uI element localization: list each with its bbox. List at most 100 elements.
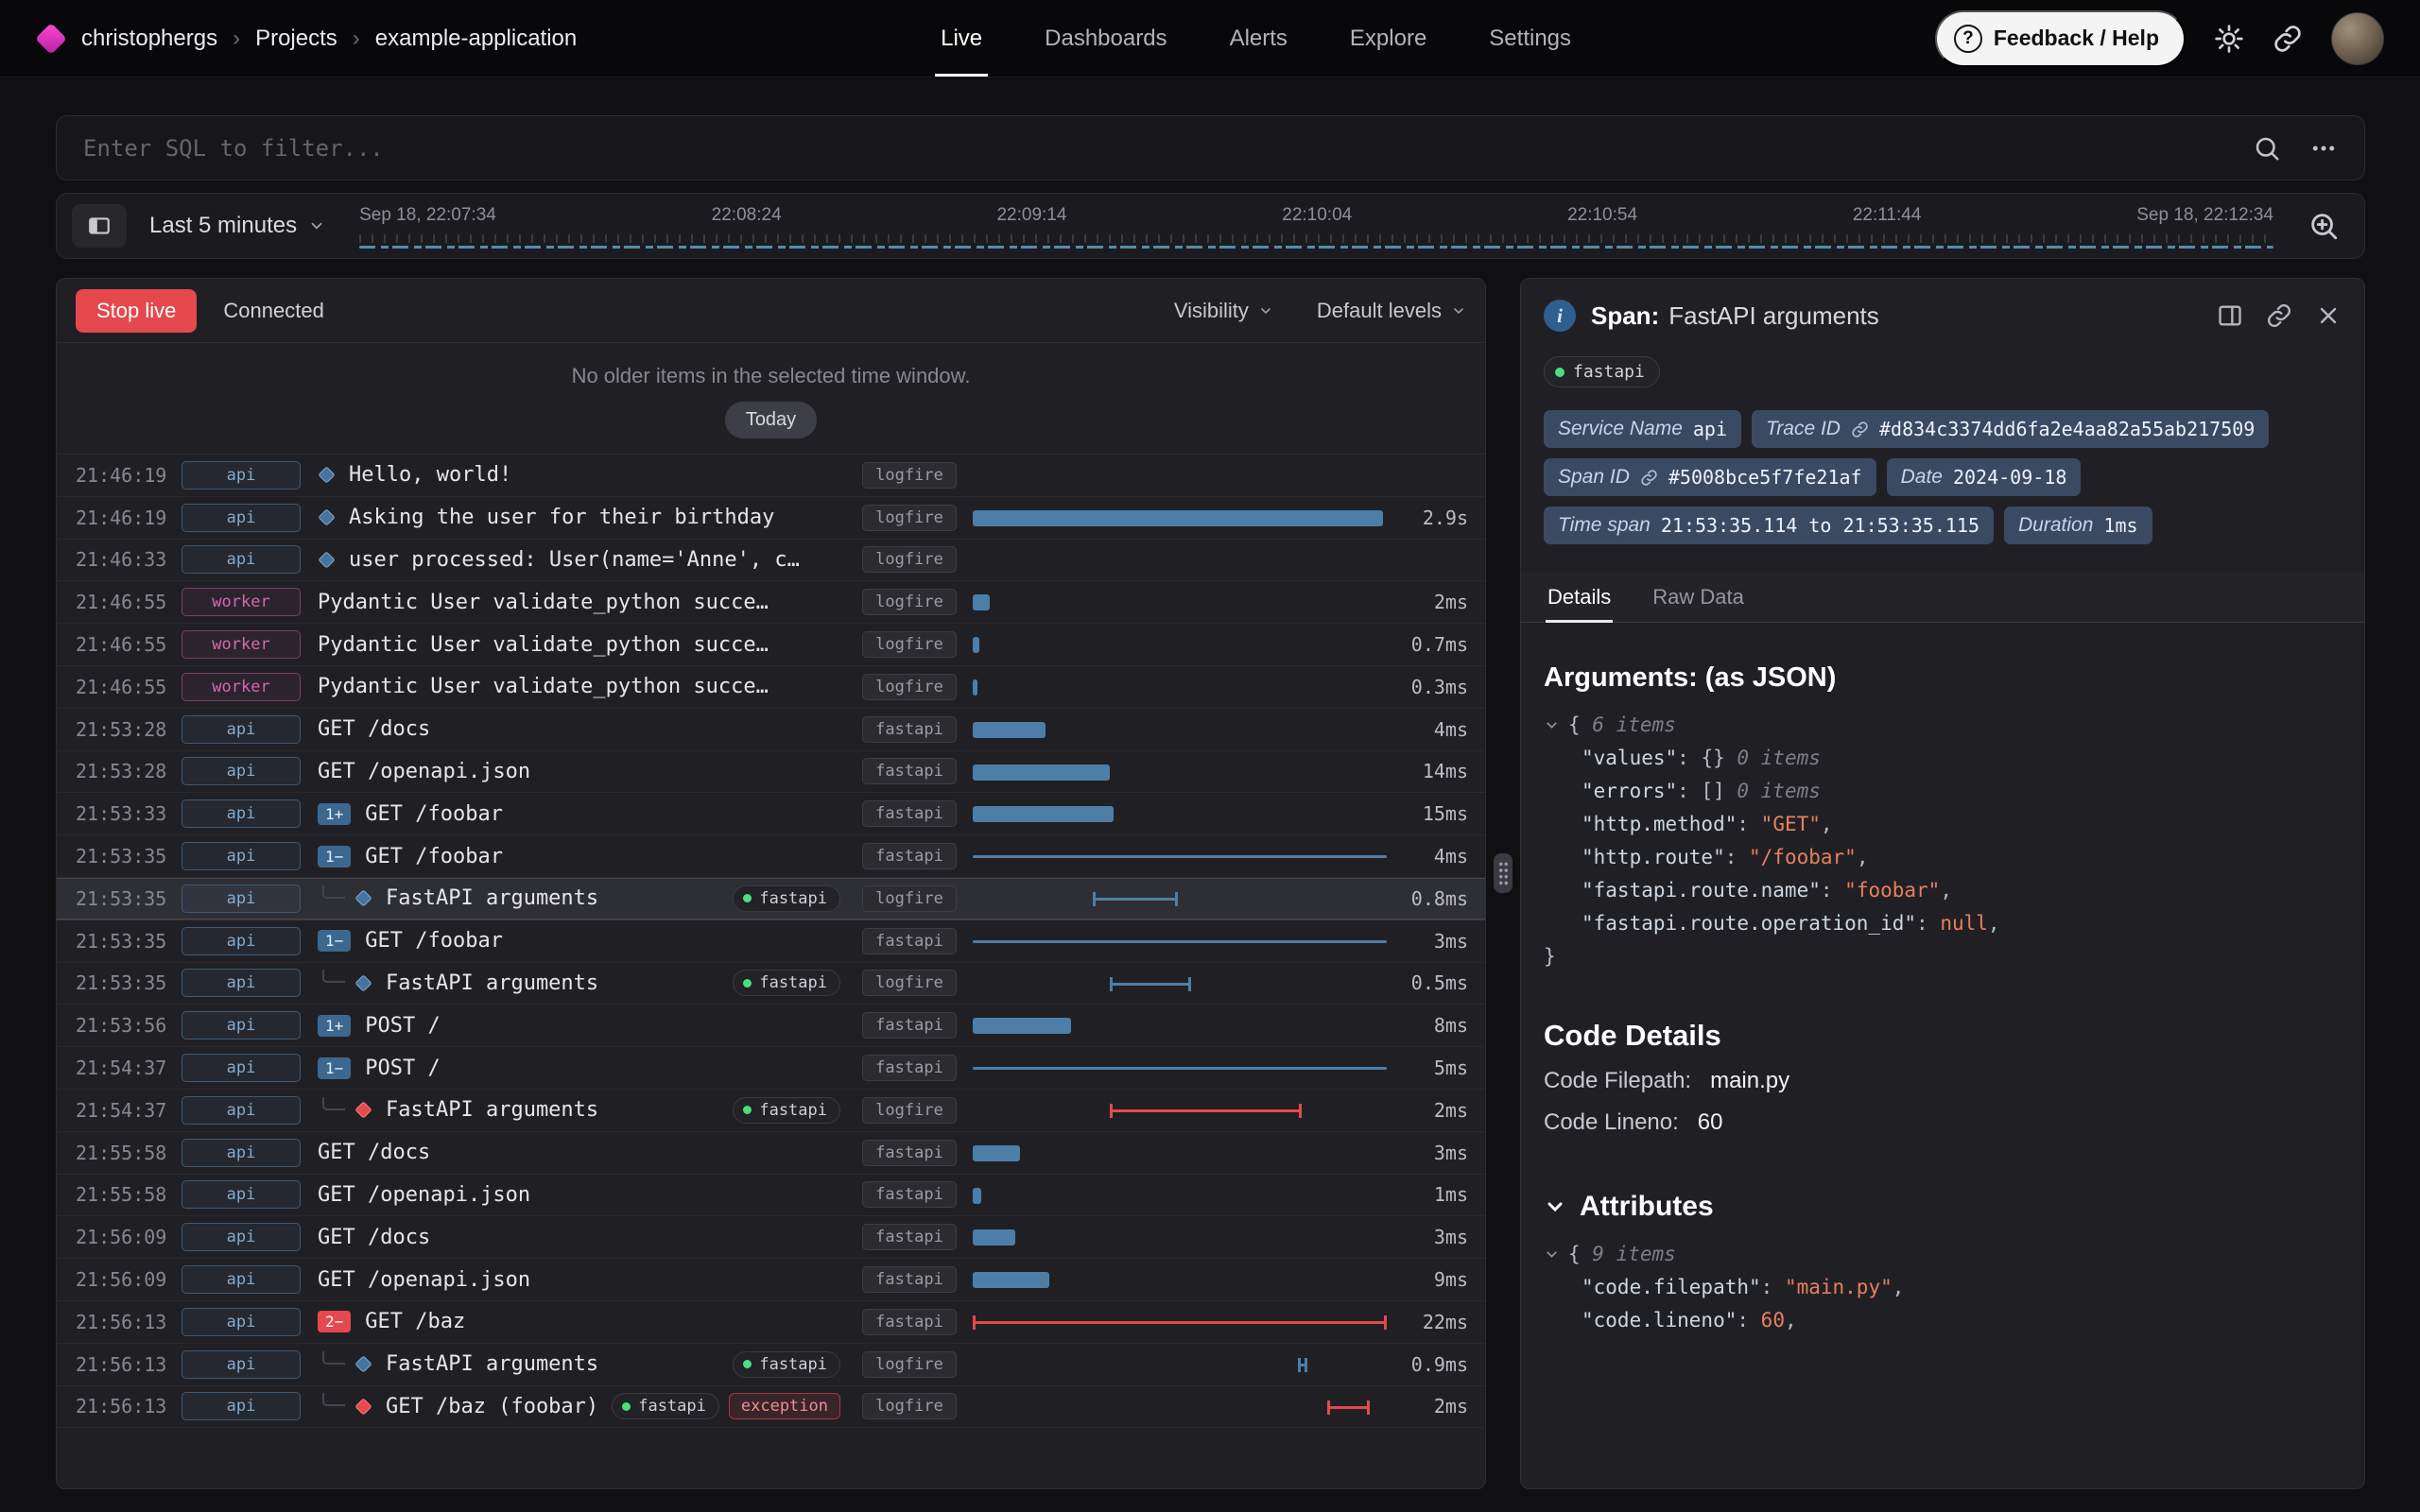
table-row[interactable]: 21:55:58apiGET /docsfastapi3ms [57,1132,1485,1175]
table-row[interactable]: 21:53:35api1−GET /foobarfastapi4ms [57,835,1485,878]
table-row[interactable]: 21:46:33apiuser processed: User(name='An… [57,540,1485,582]
sidebar-toggle-icon[interactable] [72,204,127,248]
service-tag: api [182,715,301,744]
attributes-section-header[interactable]: Attributes [1544,1191,2342,1223]
scope-tag-label: logfire [862,589,957,615]
more-options-icon[interactable] [2309,134,2338,163]
expand-badge[interactable]: 1− [318,930,351,952]
nav-tab-explore[interactable]: Explore [1346,0,1430,77]
table-row[interactable]: 21:46:55workerPydantic User validate_pyt… [57,624,1485,666]
duration-bar-track [973,1090,1400,1131]
scope-tag-label: fastapi [862,1266,957,1293]
scope-tag-label: fastapi [862,758,957,784]
breadcrumb-item[interactable]: christophergs [81,26,217,52]
fastapi-tag: fastapi [733,970,840,996]
info-icon: i [1544,300,1576,332]
chip-label: Duration [2018,514,2093,537]
breadcrumb-item[interactable]: example-application [375,26,577,52]
table-row[interactable]: 21:46:55workerPydantic User validate_pyt… [57,581,1485,624]
theme-toggle-icon[interactable] [2214,24,2244,54]
duration-bar [973,765,1110,781]
expand-badge[interactable]: 1+ [318,1015,351,1037]
expand-badge[interactable]: 1− [318,846,351,868]
metadata-chip[interactable]: Span ID#5008bce5f7fe21af [1544,458,1876,496]
row-timestamp: 21:53:28 [76,760,182,782]
table-row[interactable]: 21:53:35apiFastAPI argumentsfastapilogfi… [57,878,1485,920]
row-message: FastAPI arguments [386,1352,598,1376]
table-row[interactable]: 21:46:19apiAsking the user for their bir… [57,497,1485,540]
expand-badge[interactable]: 1− [318,1057,351,1079]
chip-label: Trace ID [1766,418,1841,440]
table-row[interactable]: 21:56:09apiGET /openapi.jsonfastapi9ms [57,1259,1485,1301]
table-row[interactable]: 21:53:35apiFastAPI argumentsfastapilogfi… [57,963,1485,1005]
json-token: "code.filepath" [1582,1271,1761,1304]
expand-badge[interactable]: 1+ [318,803,351,825]
scope-tag-label: logfire [862,1393,957,1419]
panel-resize-handle[interactable] [1494,853,1512,893]
time-range-selector[interactable]: Last 5 minutes [149,213,325,239]
chevron-down-icon [1451,303,1466,318]
table-row[interactable]: 21:54:37api1−POST /fastapi5ms [57,1047,1485,1090]
zoom-in-icon[interactable] [2308,210,2340,242]
table-row[interactable]: 21:56:13apiGET /baz (foobar)fastapiexcep… [57,1386,1485,1429]
table-row[interactable]: 21:53:28apiGET /openapi.jsonfastapi14ms [57,751,1485,794]
tab-details[interactable]: Details [1546,573,1613,622]
tab-raw-data[interactable]: Raw Data [1651,573,1746,622]
nav-tab-dashboards[interactable]: Dashboards [1041,0,1170,77]
table-row[interactable]: 21:56:09apiGET /docsfastapi3ms [57,1216,1485,1259]
panel-layout-icon[interactable] [2217,302,2243,329]
timeline[interactable]: Sep 18, 22:07:3422:08:2422:09:1422:10:04… [359,203,2273,249]
breadcrumb-item[interactable]: Projects [255,26,337,52]
row-message: FastAPI arguments [386,1098,598,1122]
share-link-icon[interactable] [2273,24,2303,54]
expand-badge[interactable]: 2− [318,1311,351,1332]
table-row[interactable]: 21:53:28apiGET /docsfastapi4ms [57,709,1485,751]
duration-bar-track [973,751,1400,793]
exception-tag: exception [729,1393,840,1419]
row-duration: 5ms [1400,1057,1468,1079]
breadcrumb-separator: › [353,26,360,52]
row-message: user processed: User(name='Anne', c… [349,548,800,572]
duration-bar [1093,892,1178,906]
chip-value: api [1693,418,1727,440]
metadata-chip[interactable]: Trace ID#d834c3374dd6fa2e4aa82a55ab21750… [1752,410,2269,448]
collapse-toggle-icon[interactable] [1544,1246,1560,1263]
duration-bar-track [973,666,1400,708]
json-line: "http.route": "/foobar", [1544,841,2342,874]
nav-tab-live[interactable]: Live [937,0,986,77]
today-button[interactable]: Today [725,402,817,438]
feedback-help-button[interactable]: Feedback / Help [1935,10,2186,67]
stop-live-button[interactable]: Stop live [76,289,197,333]
table-row[interactable]: 21:55:58apiGET /openapi.jsonfastapi1ms [57,1175,1485,1217]
table-row[interactable]: 21:53:35api1−GET /foobarfastapi3ms [57,920,1485,963]
table-row[interactable]: 21:53:56api1+POST /fastapi8ms [57,1005,1485,1047]
json-token: 6 items [1592,709,1676,742]
collapse-toggle-icon[interactable] [1544,717,1560,733]
table-row[interactable]: 21:46:55workerPydantic User validate_pyt… [57,666,1485,709]
table-row[interactable]: 21:53:33api1+GET /foobarfastapi15ms [57,793,1485,835]
table-row[interactable]: 21:46:19apiHello, world!logfire [57,455,1485,497]
arguments-title: Arguments: (as JSON) [1544,662,2342,694]
chevron-down-icon [1544,1195,1566,1218]
logfire-logo-icon[interactable] [35,23,67,55]
row-message-zone: FastAPI argumentsfastapi [318,1351,840,1378]
close-icon[interactable] [2315,302,2342,329]
nav-tab-alerts[interactable]: Alerts [1226,0,1291,77]
search-icon[interactable] [2253,134,2281,163]
duration-bar-track [973,709,1400,750]
table-row[interactable]: 21:56:13apiFastAPI argumentsfastapilogfi… [57,1344,1485,1386]
row-message: Pydantic User validate_python succe… [318,675,769,698]
service-tag: api [182,1096,301,1125]
row-message-zone: FastAPI argumentsfastapi [318,970,840,996]
sql-filter-input[interactable] [83,135,2253,162]
default-levels-dropdown[interactable]: Default levels [1317,299,1466,323]
json-token: "foobar" [1844,874,1940,907]
table-row[interactable]: 21:56:13api2−GET /bazfastapi22ms [57,1301,1485,1344]
nav-tab-settings[interactable]: Settings [1485,0,1575,77]
visibility-dropdown[interactable]: Visibility [1174,299,1273,323]
duration-bar-track [973,1047,1400,1089]
user-avatar[interactable] [2331,12,2384,65]
table-row[interactable]: 21:54:37apiFastAPI argumentsfastapilogfi… [57,1090,1485,1132]
copy-link-icon[interactable] [2266,302,2292,329]
scope-tag-label: fastapi [862,1224,957,1250]
